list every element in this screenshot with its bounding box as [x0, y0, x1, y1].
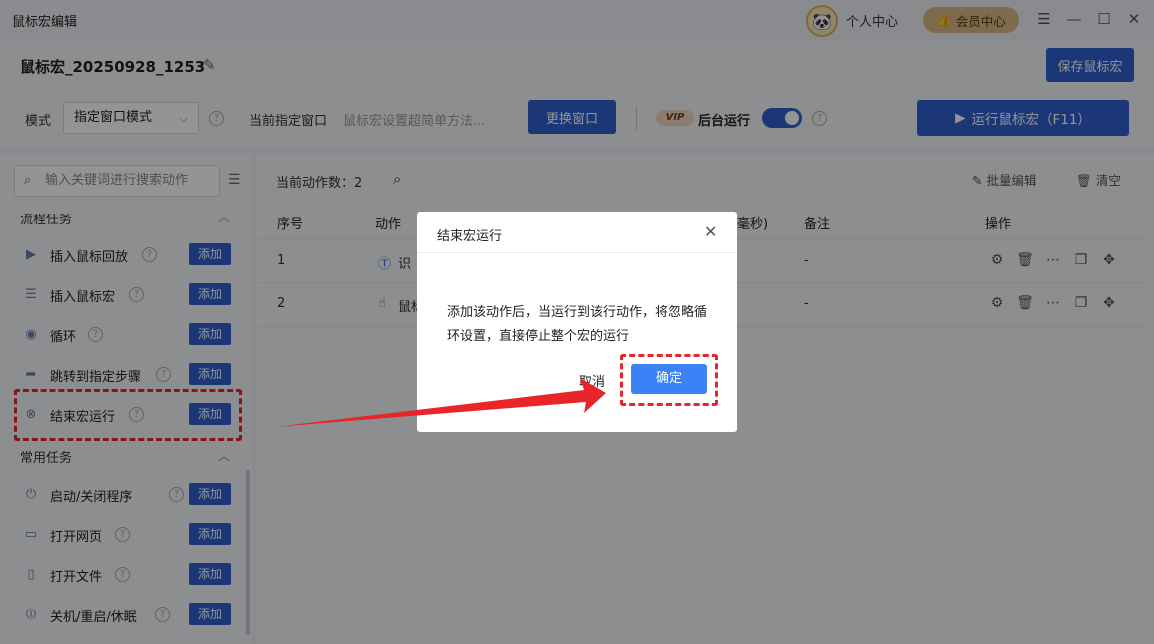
dialog-message: 添加该动作后，当运行到该行动作，将忽略循环设置，直接停止整个宏的运行 [447, 305, 708, 344]
cancel-button[interactable]: 取消 [579, 371, 605, 390]
highlight-box [620, 354, 718, 406]
dialog-title: 结束宏运行 [437, 229, 503, 244]
close-icon[interactable]: ✕ [704, 222, 717, 241]
divider [417, 252, 737, 253]
